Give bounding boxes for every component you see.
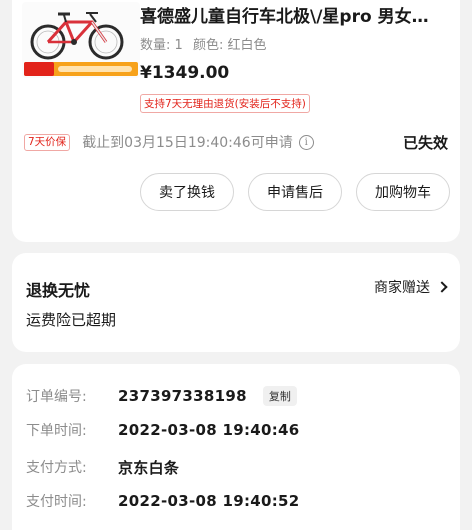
price-protection-row: 7天价保 截止到03月15日19:40:46可申请 i 已失效	[24, 130, 448, 154]
payment-method: 京东白条	[118, 458, 180, 477]
merchant-gift-link[interactable]: 商家赠送	[374, 277, 448, 297]
action-buttons: 卖了换钱 申请售后 加购物车	[140, 173, 450, 211]
sell-exchange-button[interactable]: 卖了换钱	[140, 173, 234, 211]
order-time: 2022-03-08 19:40:46	[118, 421, 300, 439]
product-title[interactable]: 喜德盛儿童自行车北极\/星pro 男女…	[140, 2, 452, 27]
chevron-right-icon	[436, 281, 448, 293]
product-spec: 数量: 1 颜色: 红白色	[140, 34, 266, 53]
price-protection-badge: 7天价保	[24, 133, 71, 151]
product-card: 喜德盛儿童自行车北极\/星pro 男女… 数量: 1 颜色: 红白色 ¥1349…	[12, 0, 460, 242]
after-sale-button[interactable]: 申请售后	[248, 173, 342, 211]
return-guarantee-card[interactable]: 退换无忧 运费险已超期 商家赠送	[12, 253, 460, 352]
product-color: 颜色: 红白色	[192, 38, 267, 53]
order-number: 237397338198	[118, 387, 247, 405]
order-time-row: 下单时间: 2022-03-08 19:40:46	[26, 419, 446, 441]
add-to-cart-button[interactable]: 加购物车	[356, 173, 450, 211]
order-time-label: 下单时间:	[26, 423, 87, 439]
order-number-label: 订单编号:	[26, 389, 87, 405]
price-protection-text: 截止到03月15日19:40:46可申请	[82, 135, 293, 151]
price-protection-status: 已失效	[402, 133, 448, 152]
payment-time: 2022-03-08 19:40:52	[118, 492, 300, 510]
merchant-gift-label: 商家赠送	[374, 280, 430, 296]
product-price: ¥1349.00	[140, 63, 230, 83]
product-image[interactable]	[22, 2, 140, 78]
payment-method-label: 支付方式:	[26, 460, 87, 476]
payment-time-label: 支付时间:	[26, 494, 87, 510]
copy-button[interactable]: 复制	[262, 386, 297, 406]
bicycle-icon	[22, 2, 140, 78]
payment-method-row: 支付方式: 京东白条	[26, 456, 446, 478]
info-icon[interactable]: i	[298, 134, 314, 150]
product-quantity: 数量: 1	[140, 38, 183, 53]
order-number-row: 订单编号: 237397338198 复制	[26, 385, 446, 407]
order-info-card: 订单编号: 237397338198 复制 下单时间: 2022-03-08 1…	[12, 364, 460, 530]
return-guarantee-title: 退换无忧	[26, 281, 91, 300]
shipping-insurance-status: 运费险已超期	[26, 311, 117, 329]
payment-time-row: 支付时间: 2022-03-08 19:40:52	[26, 490, 446, 512]
return-policy-tag: 支持7天无理由退货(安装后不支持)	[140, 94, 310, 113]
